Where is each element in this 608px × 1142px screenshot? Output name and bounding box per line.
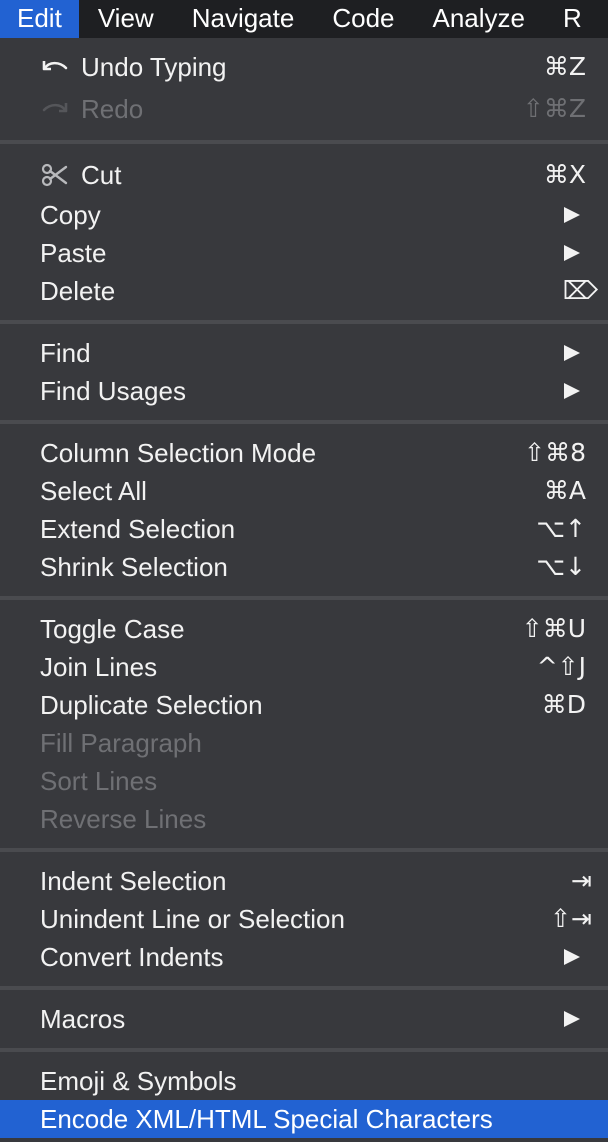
menu-item-find-usages[interactable]: Find Usages (0, 372, 608, 410)
menu-separator (0, 596, 608, 600)
menubar-item-code[interactable]: Code (313, 0, 413, 38)
redo-icon (42, 103, 68, 113)
menu-item-label: Delete (40, 276, 116, 306)
menu-item-fill-paragraph: Fill Paragraph (0, 724, 608, 762)
menu-item-label: Select All (40, 476, 147, 506)
menu-item-paste[interactable]: Paste (0, 234, 608, 272)
menu-item-column-selection-mode[interactable]: Column Selection Mode ⇧⌘8 (0, 434, 608, 472)
shortcut-label: ⌥↑ (536, 514, 586, 543)
menu-item-label: Toggle Case (40, 614, 185, 644)
menubar-item-refactor-truncated[interactable]: R (544, 0, 601, 38)
submenu-arrow-icon (564, 345, 580, 361)
menu-item-label: Extend Selection (40, 514, 236, 544)
menu-item-label: Sort Lines (40, 766, 158, 796)
menu-item-join-lines[interactable]: Join Lines ^⇧J (0, 648, 608, 686)
shortcut-label: ⇧⇥ (550, 904, 592, 933)
menu-item-duplicate-selection[interactable]: Duplicate Selection ⌘D (0, 686, 608, 724)
submenu-arrow-icon (564, 949, 580, 965)
menu-item-select-all[interactable]: Select All ⌘A (0, 472, 608, 510)
menubar-item-view[interactable]: View (79, 0, 173, 38)
menu-item-encode-xml-html-special-characters[interactable]: Encode XML/HTML Special Characters (0, 1100, 608, 1138)
edit-menu-dropdown: Undo Typing ⌘Z Redo ⇧⌘Z Cut ⌘X Copy Past… (0, 38, 608, 1142)
submenu-arrow-icon (564, 207, 580, 223)
submenu-arrow-icon (564, 1011, 580, 1027)
menu-separator (0, 848, 608, 852)
menu-item-delete[interactable]: Delete ⌦ (0, 272, 608, 310)
forward-delete-icon: ⌦ (562, 276, 598, 305)
shortcut-label: ⌘Z (543, 52, 586, 81)
shortcut-label: ⌘D (541, 690, 586, 719)
menu-item-copy[interactable]: Copy (0, 196, 608, 234)
menu-item-indent-selection[interactable]: Indent Selection ⇥ (0, 862, 608, 900)
scissors-icon (41, 163, 68, 187)
shortcut-label: ^⇧J (536, 652, 586, 681)
shortcut-label: ⌥↓ (536, 552, 586, 581)
tab-icon: ⇥ (571, 866, 592, 895)
menu-item-label: Redo (81, 94, 144, 124)
menu-item-toggle-case[interactable]: Toggle Case ⇧⌘U (0, 610, 608, 648)
menu-item-extend-selection[interactable]: Extend Selection ⌥↑ (0, 510, 608, 548)
menu-item-label: Shrink Selection (40, 552, 228, 582)
menubar-item-edit[interactable]: Edit (0, 0, 79, 38)
menu-item-shrink-selection[interactable]: Shrink Selection ⌥↓ (0, 548, 608, 586)
menu-item-cut[interactable]: Cut ⌘X (0, 156, 608, 194)
menu-item-label: Paste (40, 238, 107, 268)
menu-item-label: Copy (40, 200, 101, 230)
menu-item-sort-lines: Sort Lines (0, 762, 608, 800)
menu-item-find[interactable]: Find (0, 334, 608, 372)
menu-item-label: Indent Selection (40, 866, 227, 896)
menu-item-label: Macros (40, 1004, 126, 1034)
menu-item-label: Find (40, 338, 91, 368)
menu-item-label: Reverse Lines (40, 804, 207, 834)
menu-item-label: Fill Paragraph (40, 728, 202, 758)
menu-item-reverse-lines: Reverse Lines (0, 800, 608, 838)
shortcut-label: ⌘A (543, 476, 586, 505)
menubar-item-analyze[interactable]: Analyze (413, 0, 544, 38)
menu-separator (0, 420, 608, 424)
shortcut-label: ⇧⌘8 (524, 438, 586, 467)
menu-item-label: Find Usages (40, 376, 186, 406)
menu-item-emoji-and-symbols[interactable]: Emoji & Symbols (0, 1062, 608, 1100)
menu-item-label: Join Lines (40, 652, 158, 682)
menu-item-label: Duplicate Selection (40, 690, 263, 720)
menu-bar: Edit View Navigate Code Analyze R (0, 0, 608, 38)
menu-item-macros[interactable]: Macros (0, 1000, 608, 1038)
undo-icon (42, 61, 68, 71)
menu-item-label: Convert Indents (40, 942, 224, 972)
shortcut-label: ⇧⌘Z (522, 94, 586, 123)
menu-item-label: Cut (81, 160, 122, 190)
menu-separator (0, 140, 608, 144)
shortcut-label: ⇧⌘U (521, 614, 586, 643)
menu-item-redo: Redo ⇧⌘Z (0, 90, 608, 128)
menu-item-label: Unindent Line or Selection (40, 904, 345, 934)
menu-separator (0, 1048, 608, 1052)
menu-item-label: Column Selection Mode (40, 438, 317, 468)
menu-item-label: Emoji & Symbols (40, 1066, 237, 1096)
submenu-arrow-icon (564, 245, 580, 261)
menu-item-label: Encode XML/HTML Special Characters (40, 1104, 493, 1134)
shortcut-label: ⌘X (543, 160, 586, 189)
menubar-item-navigate[interactable]: Navigate (173, 0, 314, 38)
submenu-arrow-icon (564, 383, 580, 399)
menu-item-undo-typing[interactable]: Undo Typing ⌘Z (0, 48, 608, 86)
menu-item-convert-indents[interactable]: Convert Indents (0, 938, 608, 976)
menu-separator (0, 320, 608, 324)
menu-item-label: Undo Typing (81, 52, 227, 82)
menu-separator (0, 986, 608, 990)
menu-item-unindent-line-or-selection[interactable]: Unindent Line or Selection ⇧⇥ (0, 900, 608, 938)
